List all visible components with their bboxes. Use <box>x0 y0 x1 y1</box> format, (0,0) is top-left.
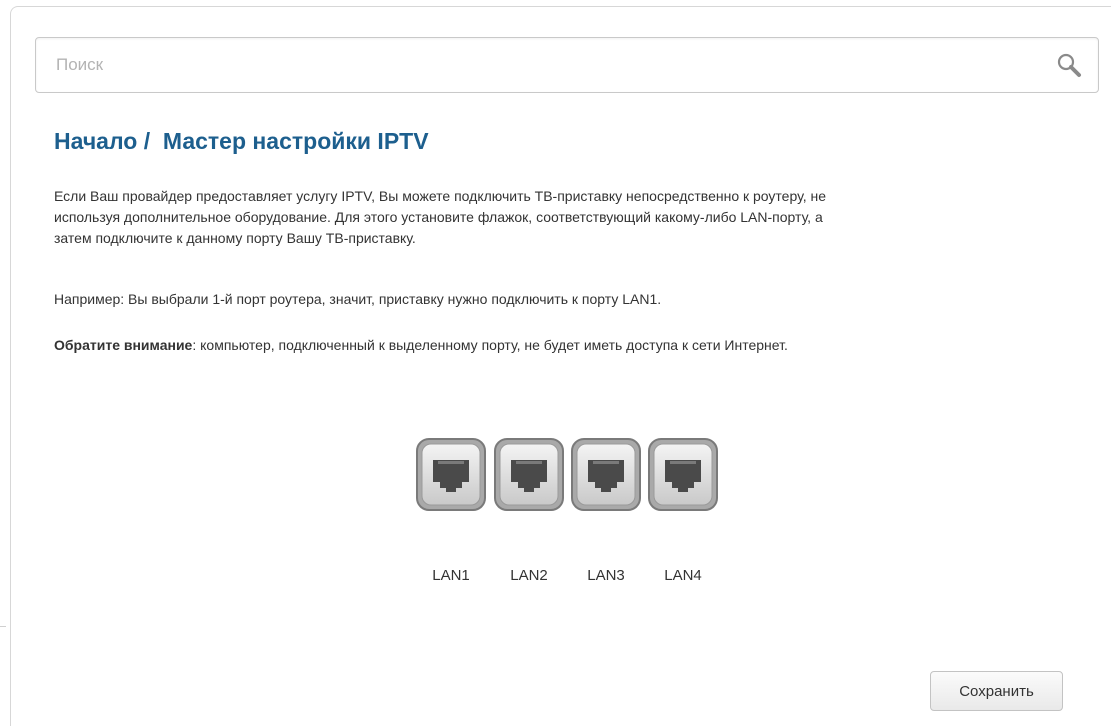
search-box[interactable] <box>35 37 1099 93</box>
save-button[interactable]: Сохранить <box>930 671 1063 711</box>
ethernet-port-icon <box>648 438 718 511</box>
lan1-label: LAN1 <box>432 567 470 584</box>
example-paragraph: Например: Вы выбрали 1-й порт роутера, з… <box>54 291 662 307</box>
lan3-port-toggle[interactable] <box>570 437 642 512</box>
note-paragraph: Обратите внимание: компьютер, подключенн… <box>54 335 1094 356</box>
content-panel <box>10 6 1111 726</box>
lan2-port-toggle[interactable] <box>493 437 565 512</box>
lan-ports-group <box>415 437 725 512</box>
lan2-label: LAN2 <box>510 567 548 584</box>
ethernet-port-icon <box>416 438 486 511</box>
divider <box>0 626 6 627</box>
lan4-port-toggle[interactable] <box>647 437 719 512</box>
lan4-label: LAN4 <box>664 567 702 584</box>
lan3-label: LAN3 <box>587 567 625 584</box>
ethernet-port-icon <box>571 438 641 511</box>
note-label: Обратите внимание <box>54 337 193 353</box>
search-input[interactable] <box>36 38 1016 92</box>
search-icon[interactable] <box>1056 52 1082 78</box>
lan1-port-toggle[interactable] <box>415 437 487 512</box>
page-title: Начало / Мастер настройки IPTV <box>54 128 429 154</box>
note-text: : компьютер, подключенный к выделенному … <box>192 337 788 353</box>
ethernet-port-icon <box>494 438 564 511</box>
description-paragraph: Если Ваш провайдер предоставляет услугу … <box>54 188 826 246</box>
